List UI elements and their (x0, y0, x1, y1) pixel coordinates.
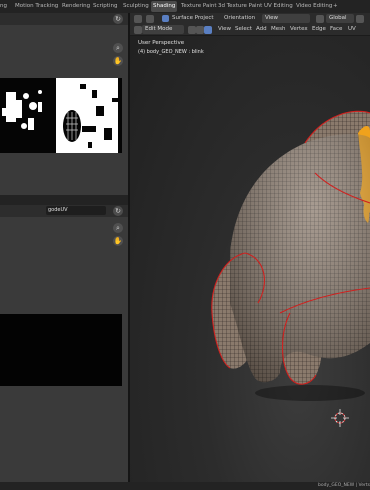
tab-video-editing[interactable]: Video Editing (296, 1, 332, 12)
tab-rendering[interactable]: Rendering (62, 1, 90, 12)
menu-view[interactable]: View (218, 24, 231, 35)
workspace-tabs: ng Motion Tracking Rendering Scripting S… (0, 0, 370, 14)
tab-layout[interactable]: ng (0, 1, 7, 12)
viewport-header: Edit Mode View Select Add Mesh Vertex Ed… (130, 24, 370, 36)
image-name-field[interactable]: godeUV (46, 206, 106, 215)
mode-dropdown[interactable]: Edit Mode (142, 25, 184, 34)
surface-project-checkbox[interactable] (162, 15, 169, 22)
menu-mesh[interactable]: Mesh (271, 24, 285, 35)
panel-divider (0, 195, 128, 205)
zoom-icon[interactable]: ⌕ (113, 43, 123, 53)
tab-motion-tracking[interactable]: Motion Tracking (15, 1, 58, 12)
viewport-perspective-label: User Perspective (138, 40, 185, 46)
editor-type-icon[interactable] (134, 15, 142, 23)
pan-hand-icon[interactable]: ✋ (113, 236, 123, 246)
creature-mesh (211, 110, 370, 427)
menu-add[interactable]: Add (256, 24, 267, 35)
overlay-icon[interactable]: ↻ (113, 206, 123, 216)
image-editor-top: ⌕ ✋ (0, 25, 128, 195)
image-editor-bottom: ⌕ ✋ (0, 217, 128, 482)
status-stats: body_GEO_NEW | Verts 1,5 (318, 483, 370, 488)
pan-hand-icon[interactable]: ✋ (113, 56, 123, 66)
tab-uv-editing[interactable]: UV Editing (264, 1, 293, 12)
status-bar: body_GEO_NEW | Verts 1,5 (0, 482, 370, 490)
orientation-dropdown[interactable]: View (262, 14, 310, 23)
mode-icon[interactable] (134, 26, 142, 34)
menu-select[interactable]: Select (235, 24, 252, 35)
viewport-object-label: (4) body_GEO_NEW : blink (138, 49, 204, 55)
tab-sculpting[interactable]: Sculpting (123, 1, 149, 12)
menu-edge[interactable]: Edge (312, 24, 326, 35)
menu-face[interactable]: Face (330, 24, 342, 35)
select-box-icon[interactable] (146, 15, 154, 23)
snap-icon[interactable] (356, 15, 364, 23)
menu-uv[interactable]: UV (348, 24, 356, 35)
3d-viewport[interactable]: User Perspective (4) body_GEO_NEW : blin… (130, 13, 370, 490)
overlay-icon[interactable]: ↻ (113, 14, 123, 24)
face-select-icon[interactable] (204, 26, 212, 34)
transform-pivot-icon[interactable] (316, 15, 324, 23)
tab-shading[interactable]: Shading (151, 1, 178, 12)
surface-project-label: Surface Project (172, 15, 214, 21)
viewport-header-tool-settings: Surface Project Orientation View Global (130, 13, 370, 24)
tab-texture-paint[interactable]: Texture Paint (181, 1, 217, 12)
black-texture-image (0, 314, 122, 386)
transform-orientation-dropdown[interactable]: Global (326, 14, 354, 23)
texture-mask-image (0, 78, 122, 153)
zoom-icon[interactable]: ⌕ (113, 223, 123, 233)
add-workspace-button[interactable]: + (333, 1, 338, 12)
tab-3d-texture-paint[interactable]: 3d Texture Paint (218, 1, 262, 12)
tab-scripting[interactable]: Scripting (93, 1, 117, 12)
menu-vertex[interactable]: Vertex (290, 24, 308, 35)
vertex-select-icon[interactable] (188, 26, 196, 34)
orientation-label: Orientation (224, 15, 256, 21)
edge-select-icon[interactable] (196, 26, 204, 34)
